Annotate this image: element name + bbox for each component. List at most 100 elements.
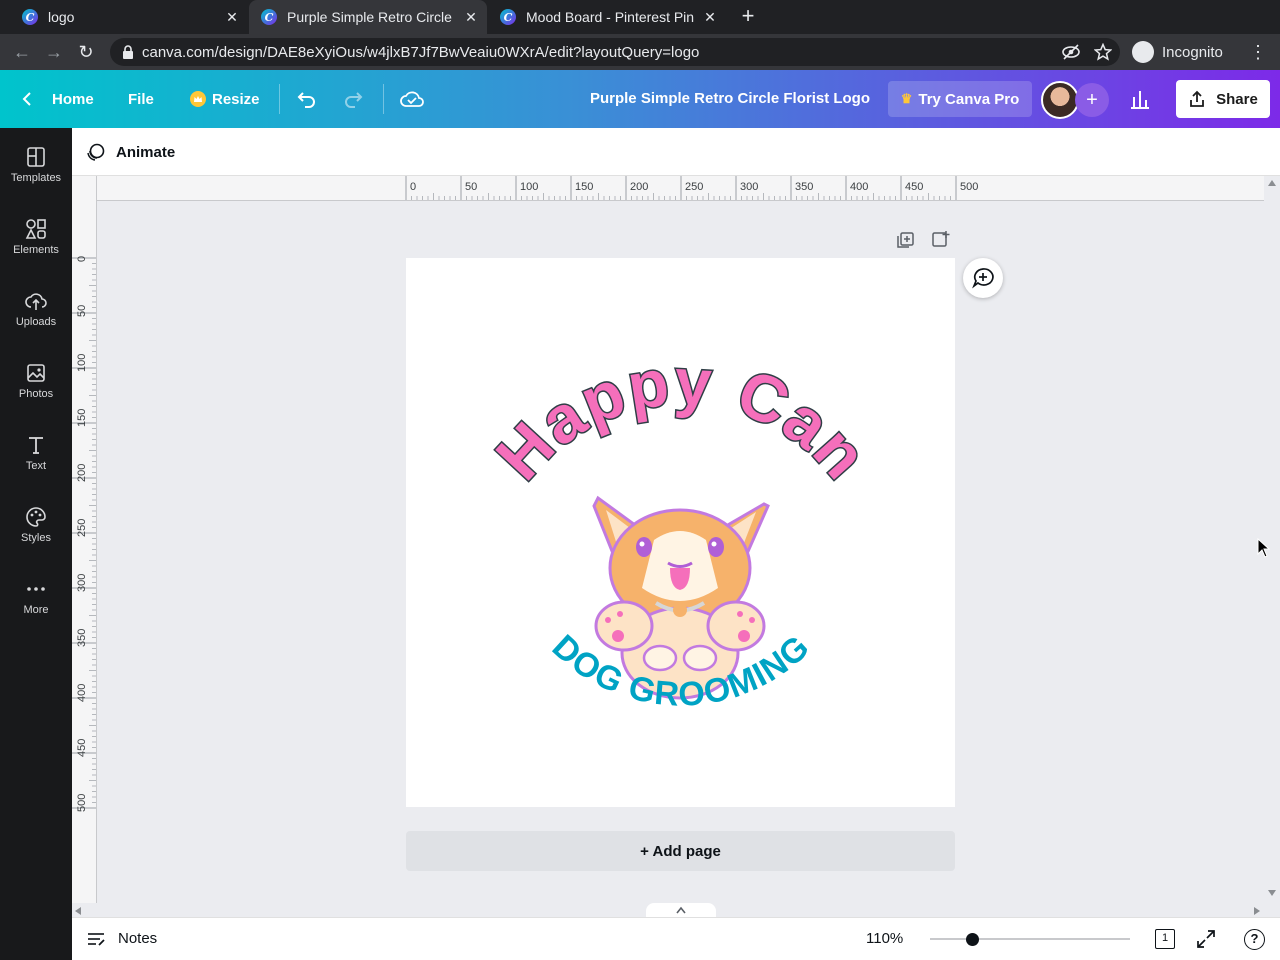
sidebar-item-label: Uploads bbox=[15, 316, 57, 328]
add-page-button[interactable]: + Add page bbox=[406, 831, 955, 871]
ruler-label: 0 bbox=[410, 181, 416, 193]
notes-button[interactable]: Notes bbox=[86, 930, 157, 947]
chevron-up-icon bbox=[676, 906, 686, 914]
logo-artwork: Happy Can DOG GROOMING bbox=[480, 342, 883, 714]
insights-icon[interactable] bbox=[1120, 83, 1160, 117]
undo-icon[interactable] bbox=[296, 88, 318, 110]
canva-favicon-icon: C bbox=[500, 9, 516, 25]
redo-icon[interactable] bbox=[342, 88, 364, 110]
page-count-button[interactable]: 1 bbox=[1155, 929, 1175, 949]
duplicate-page-icon[interactable] bbox=[895, 231, 915, 249]
scroll-right-icon[interactable] bbox=[1254, 907, 1260, 915]
ruler-label: 100 bbox=[76, 354, 88, 372]
scroll-left-icon[interactable] bbox=[75, 907, 81, 915]
file-menu-button[interactable]: File bbox=[128, 84, 154, 114]
tab-title: Purple Simple Retro Circle bbox=[287, 9, 452, 25]
ruler-label: 450 bbox=[76, 739, 88, 757]
sidebar-item-label: Text bbox=[25, 460, 47, 472]
ruler-label: 300 bbox=[740, 181, 758, 193]
scroll-up-icon[interactable] bbox=[1268, 180, 1276, 186]
zoom-slider-handle[interactable] bbox=[966, 933, 979, 946]
resize-button[interactable]: Resize bbox=[190, 84, 260, 114]
add-comment-button[interactable] bbox=[963, 258, 1003, 298]
resize-label: Resize bbox=[212, 90, 260, 108]
incognito-indicator[interactable]: Incognito bbox=[1132, 40, 1223, 64]
ruler-label: 400 bbox=[76, 684, 88, 702]
new-tab-button[interactable]: + bbox=[736, 5, 760, 29]
design-title[interactable]: Purple Simple Retro Circle Florist Logo bbox=[560, 90, 900, 107]
sidebar-item-text[interactable]: Text bbox=[0, 434, 72, 494]
animate-button[interactable]: Animate bbox=[86, 142, 175, 162]
sidebar-item-photos[interactable]: Photos bbox=[0, 362, 72, 422]
url-bar[interactable]: canva.com/design/DAE8eXyiOus/w4jlxB7Jf7B… bbox=[110, 38, 1120, 66]
sidebar-item-elements[interactable]: Elements bbox=[0, 218, 72, 278]
ruler-label: 50 bbox=[76, 305, 88, 317]
ruler-label: 200 bbox=[630, 181, 648, 193]
sidebar-item-uploads[interactable]: Uploads bbox=[0, 290, 72, 350]
close-icon[interactable]: ✕ bbox=[463, 9, 479, 25]
add-page-icon[interactable] bbox=[931, 230, 951, 248]
ruler-label: 50 bbox=[465, 181, 477, 193]
design-page[interactable]: Happy Can DOG GROOMING bbox=[406, 258, 955, 807]
address-bar: ← → ↻ canva.com/design/DAE8eXyiOus/w4jlx… bbox=[0, 34, 1280, 70]
notes-panel-toggle[interactable] bbox=[646, 903, 716, 917]
scroll-down-icon[interactable] bbox=[1268, 890, 1276, 896]
back-icon[interactable]: ← bbox=[10, 40, 34, 64]
incognito-icon bbox=[1132, 41, 1154, 63]
ruler-label: 350 bbox=[795, 181, 813, 193]
ruler-label: 250 bbox=[76, 519, 88, 537]
browser-tab-purple-simple-retro[interactable]: C Purple Simple Retro Circle ✕ bbox=[249, 0, 487, 34]
reload-icon[interactable]: ↻ bbox=[74, 40, 98, 64]
close-icon[interactable]: ✕ bbox=[224, 9, 240, 25]
share-icon bbox=[1190, 90, 1205, 107]
add-collaborator-button[interactable]: + bbox=[1075, 83, 1109, 117]
zoom-slider[interactable] bbox=[930, 938, 1130, 940]
horizontal-ruler[interactable]: 0 50 100 150 200 250 300 350 400 450 500 bbox=[97, 176, 1264, 201]
page-count: 1 bbox=[1161, 932, 1169, 944]
star-icon[interactable] bbox=[1094, 43, 1112, 61]
canva-favicon-icon: C bbox=[261, 9, 277, 25]
share-button[interactable]: Share bbox=[1176, 80, 1270, 118]
sidebar-item-more[interactable]: More bbox=[0, 578, 72, 638]
sidebar-item-label: More bbox=[23, 604, 49, 616]
chevron-left-icon bbox=[22, 92, 31, 106]
close-icon[interactable]: ✕ bbox=[702, 9, 718, 25]
text-icon bbox=[29, 437, 43, 454]
zoom-level[interactable]: 110% bbox=[866, 930, 903, 947]
logo-headline[interactable]: Happy Can bbox=[480, 342, 883, 495]
forward-icon[interactable]: → bbox=[42, 40, 66, 64]
sidebar-item-label: Elements bbox=[13, 244, 59, 256]
crown-icon: ♛ bbox=[900, 91, 913, 106]
try-canva-pro-button[interactable]: ♛ Try Canva Pro bbox=[888, 81, 1032, 117]
editor-footer: Notes 110% 1 ? bbox=[72, 917, 1280, 960]
browser-tab-logo[interactable]: C logo ✕ bbox=[10, 0, 248, 34]
browser-menu-icon[interactable]: ⋮ bbox=[1246, 40, 1270, 64]
ruler-label: 0 bbox=[76, 256, 88, 262]
context-toolbar: Animate bbox=[72, 128, 1280, 176]
add-page-label: + Add page bbox=[640, 842, 721, 860]
eye-off-icon[interactable] bbox=[1062, 44, 1080, 60]
ruler-label: 400 bbox=[850, 181, 868, 193]
animate-icon bbox=[87, 143, 105, 161]
browser-tab-mood-board[interactable]: C Mood Board - Pinterest Pin ✕ bbox=[488, 0, 726, 34]
cloud-saved-icon[interactable] bbox=[399, 88, 425, 110]
ruler-label: 150 bbox=[575, 181, 593, 193]
photos-icon bbox=[27, 364, 45, 382]
home-button[interactable]: Home bbox=[20, 84, 94, 114]
fullscreen-icon[interactable] bbox=[1196, 929, 1216, 949]
vertical-ruler[interactable]: 0 50 100 150 200 250 300 350 400 450 500 bbox=[72, 176, 97, 906]
try-pro-label: Try Canva Pro bbox=[918, 90, 1020, 108]
ruler-label: 350 bbox=[76, 629, 88, 647]
ruler-label: 150 bbox=[76, 409, 88, 427]
ruler-label: 250 bbox=[685, 181, 703, 193]
elements-icon bbox=[25, 219, 46, 239]
sidebar-item-styles[interactable]: Styles bbox=[0, 506, 72, 566]
ruler-label: 100 bbox=[520, 181, 538, 193]
avatar[interactable] bbox=[1041, 81, 1079, 119]
sidebar-item-templates[interactable]: Templates bbox=[0, 146, 72, 206]
incognito-label: Incognito bbox=[1162, 43, 1223, 61]
help-icon[interactable]: ? bbox=[1244, 929, 1265, 950]
ruler-label: 300 bbox=[76, 574, 88, 592]
more-icon bbox=[27, 587, 45, 591]
horizontal-scrollbar[interactable] bbox=[72, 903, 1264, 917]
